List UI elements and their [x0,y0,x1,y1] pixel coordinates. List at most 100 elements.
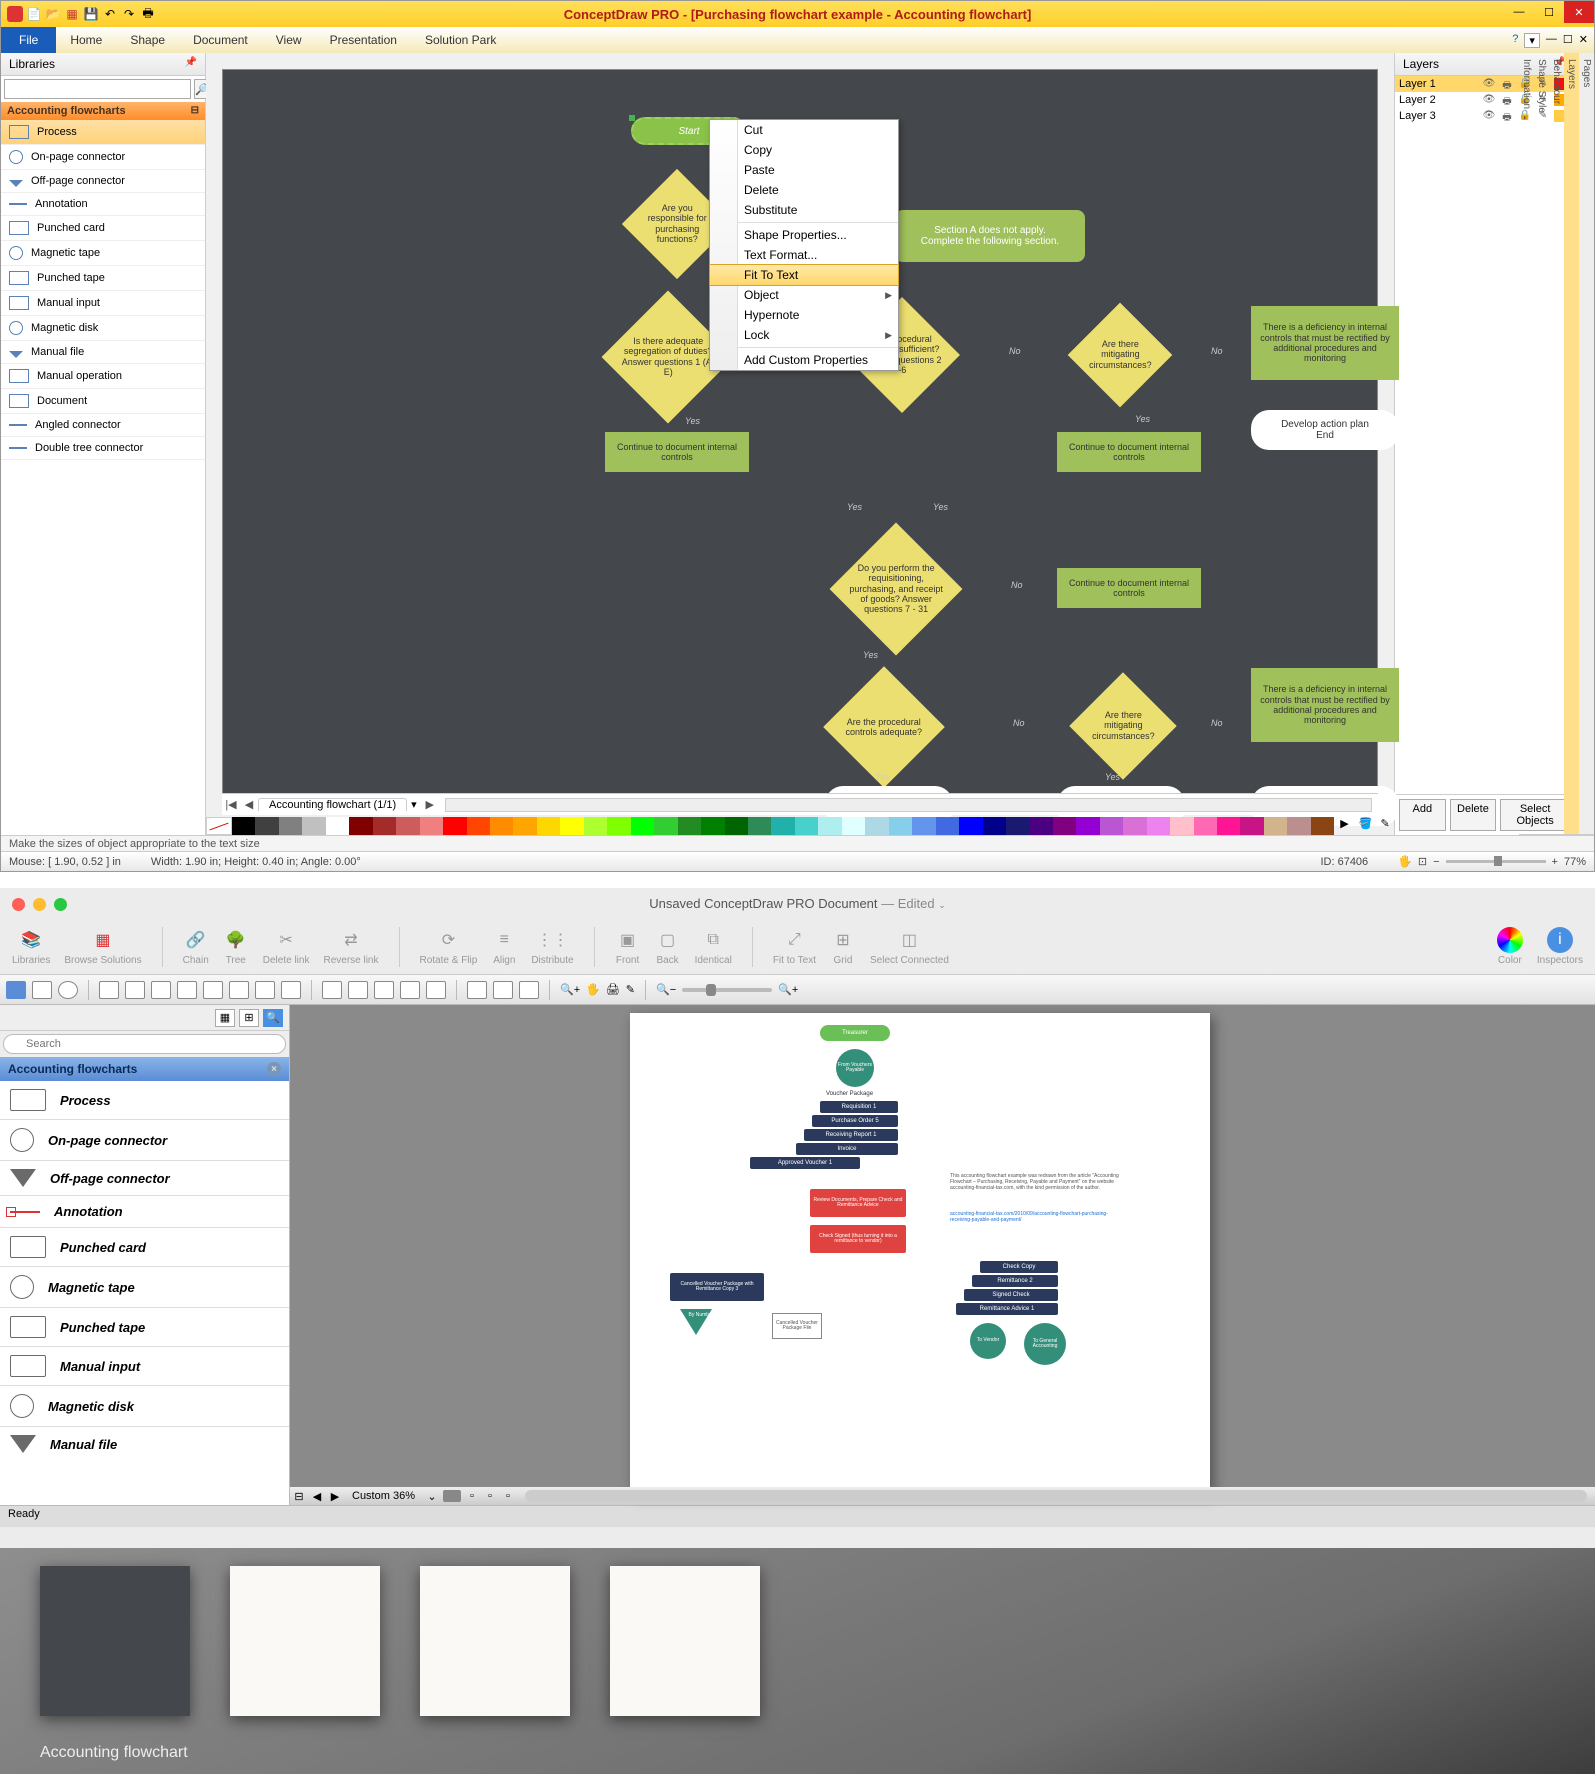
shape-doc[interactable]: Remittance Advice 1 [956,1303,1058,1315]
shape-decision-adequate[interactable]: Are the procedural controls adequate? [823,666,945,788]
color-swatch[interactable] [889,817,912,835]
tb-fit-to-text[interactable]: ⤢Fit to Text [773,927,816,966]
visibility-icon[interactable]: 👁 [1482,110,1496,122]
shape-continue-doc-2[interactable]: Continue to document internal controls [1057,432,1201,472]
shape-doc[interactable]: Requisition 1 [820,1101,898,1113]
color-swatch[interactable] [631,817,654,835]
sheet-first-button[interactable]: |◀ [222,798,240,811]
mac-canvas[interactable]: Treasurer From Vouchers Payable Voucher … [290,1005,1595,1505]
sheet-next-button[interactable]: ▶ [421,798,439,811]
lib-item-punched-card[interactable]: Punched card [0,1228,289,1267]
lib-item-manual-file[interactable]: Manual file [1,341,205,364]
color-swatch[interactable] [1053,817,1076,835]
lib-item-angled-connector[interactable]: Angled connector [1,414,205,437]
shape-doc[interactable]: Check Copy [980,1261,1058,1273]
color-swatch[interactable] [396,817,419,835]
connector-tool-icon[interactable] [177,981,197,999]
shape-doc[interactable]: Signed Check [964,1289,1058,1301]
shape-decision-requisitioning[interactable]: Do you perform the requisitioning, purch… [830,523,963,656]
shape-to-vendor[interactable]: To Vendor [970,1323,1006,1359]
color-swatch[interactable] [1076,817,1099,835]
shape-doc[interactable]: Receiving Report 1 [804,1129,898,1141]
color-swatch[interactable] [232,817,255,835]
help-icon[interactable]: ? [1512,33,1518,48]
color-swatch[interactable] [443,817,466,835]
note-link[interactable]: accounting-financial-tax.com/2010/09/acc… [950,1211,1120,1223]
rect-tool-icon[interactable] [32,981,52,999]
shape-continue-doc-1[interactable]: Continue to document internal controls [605,432,749,472]
color-swatch[interactable] [1029,817,1052,835]
doc-close-button[interactable]: ✕ [1579,33,1588,48]
color-swatch[interactable] [373,817,396,835]
small-icons-button[interactable]: ⊞ [239,1009,259,1027]
tb-reverse-link[interactable]: ⇄Reverse link [323,927,378,966]
side-tab-information[interactable]: Information [1519,53,1534,835]
shape-from-vouchers[interactable]: From Vouchers Payable [836,1049,874,1087]
sheet-prev-button[interactable]: ◀ [240,798,258,811]
select-tool-icon[interactable] [6,981,26,999]
color-swatch[interactable] [1100,817,1123,835]
print-icon[interactable]: 🖶 [140,6,156,22]
color-swatch[interactable] [490,817,513,835]
shape-check-signed[interactable]: Check Signed (thus turning it into a rem… [810,1225,906,1253]
maximize-button[interactable]: ☐ [1534,1,1564,23]
preview-thumbnail[interactable] [420,1566,570,1716]
new-icon[interactable]: 📄 [26,6,42,22]
solutions-icon[interactable]: ▦ [64,6,80,22]
zoom-in-button[interactable]: + [1552,856,1558,868]
color-swatch[interactable] [1006,817,1029,835]
lib-item-punched-tape[interactable]: Punched tape [1,266,205,291]
line-tool-icon[interactable] [426,981,446,999]
zoom-in-icon[interactable]: 🔍+ [778,983,798,996]
tb-back[interactable]: ▢Back [655,927,681,966]
color-swatch[interactable] [1123,817,1146,835]
menu-presentation[interactable]: Presentation [316,27,411,53]
color-swatch[interactable] [537,817,560,835]
library-search-input[interactable] [3,1034,286,1054]
zoom-out-button[interactable]: − [1433,856,1439,868]
color-swatch[interactable] [818,817,841,835]
color-swatch[interactable] [912,817,935,835]
visibility-icon[interactable]: 👁 [1482,94,1496,106]
tb-tree[interactable]: 🌳Tree [223,927,249,966]
menu-home[interactable]: Home [56,27,116,53]
connector-tool-icon[interactable] [125,981,145,999]
tb-browse-solutions[interactable]: ▦Browse Solutions [64,927,141,966]
color-swatch[interactable] [865,817,888,835]
tb-color[interactable]: Color [1497,927,1523,966]
connector-tool-icon[interactable] [151,981,171,999]
close-button[interactable] [12,898,25,911]
color-swatch[interactable] [1287,817,1310,835]
ctx-add-custom-properties[interactable]: Add Custom Properties [710,350,898,370]
lib-item-magnetic-disk[interactable]: Magnetic disk [0,1386,289,1427]
shape-cancelled-file[interactable]: Cancelled Voucher Package File [772,1313,822,1339]
line-tool-icon[interactable] [348,981,368,999]
color-swatch[interactable] [936,817,959,835]
no-fill-swatch[interactable] [206,817,232,835]
color-swatch[interactable] [255,817,278,835]
page[interactable]: Treasurer From Vouchers Payable Voucher … [630,1013,1210,1493]
pan-tool-icon[interactable]: 🖐 [1398,855,1412,868]
grab-tool-icon[interactable]: 🖐 [586,983,600,996]
sheet-dropdown[interactable]: ▾ [407,798,421,811]
prev-page-button[interactable]: ◀ [308,1490,326,1503]
shape-doc[interactable]: Purchase Order 5 [812,1115,898,1127]
lib-item-magnetic-tape[interactable]: Magnetic tape [0,1267,289,1308]
side-tab-shape-style[interactable]: Shape Style [1534,53,1549,835]
text-tool-icon[interactable] [99,981,119,999]
color-swatch[interactable] [725,817,748,835]
lib-item-punched-tape[interactable]: Punched tape [0,1308,289,1347]
lib-item-manual-input[interactable]: Manual input [1,291,205,316]
ctx-copy[interactable]: Copy [710,140,898,160]
shape-doc[interactable]: Remittance 2 [972,1275,1058,1287]
tb-align[interactable]: ≡Align [491,927,517,966]
color-swatch[interactable] [771,817,794,835]
lib-item-process[interactable]: Process [1,120,205,145]
page-thumb[interactable] [443,1490,461,1502]
ctx-fit-to-text[interactable]: Fit To Text [709,264,899,286]
doc-maximize-button[interactable]: ☐ [1563,33,1573,48]
tb-grid[interactable]: ⊞Grid [830,927,856,966]
side-tab-behaviour[interactable]: Behaviour [1549,53,1564,835]
menu-view[interactable]: View [262,27,316,53]
ctx-object[interactable]: Object▶ [710,285,898,305]
